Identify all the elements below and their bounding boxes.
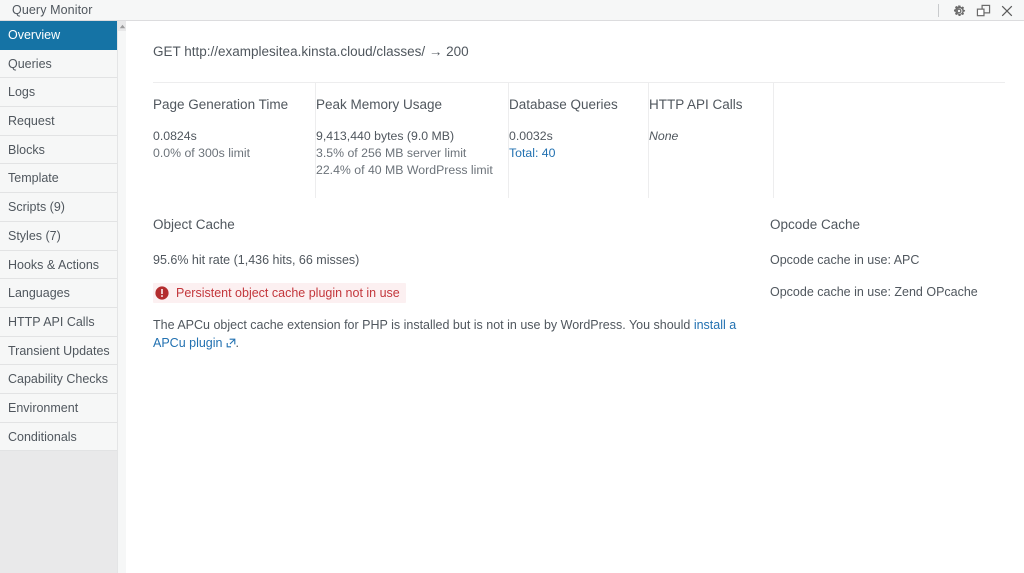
sidebar-item-queries[interactable]: Queries xyxy=(0,50,125,79)
sidebar: Overview Queries Logs Request Blocks Template… xyxy=(0,21,126,573)
object-cache-notice-before: The APCu object cache extension for PHP … xyxy=(153,318,694,332)
stat-value: 0.0032s xyxy=(509,128,648,145)
object-cache-hit-rate: 95.6% hit rate (1,436 hits, 66 misses) xyxy=(153,251,753,269)
titlebar-controls xyxy=(938,0,1018,21)
sidebar-item-logs[interactable]: Logs xyxy=(0,78,125,107)
sidebar-nav-list: Overview Queries Logs Request Blocks Template… xyxy=(0,21,126,451)
sidebar-item-template[interactable]: Template xyxy=(0,164,125,193)
sidebar-item-http-api-calls[interactable]: HTTP API Calls xyxy=(0,308,125,337)
sidebar-item-label: Hooks & Actions xyxy=(8,258,99,272)
stats-row: Page Generation Time 0.0824s0.0% of 300s … xyxy=(153,83,1024,198)
settings-gear-icon[interactable] xyxy=(948,1,970,20)
object-cache-title: Object Cache xyxy=(153,217,753,232)
sidebar-item-capability-checks[interactable]: Capability Checks xyxy=(0,365,125,394)
query-monitor-window: Query Monitor xyxy=(0,0,1024,573)
stat-value: 0.0824s xyxy=(153,128,315,145)
sidebar-item-label: Template xyxy=(8,171,59,185)
stat-value: None xyxy=(649,128,773,145)
object-cache-notice: The APCu object cache extension for PHP … xyxy=(153,316,753,352)
external-link-icon xyxy=(226,338,236,348)
opcode-cache-title: Opcode Cache xyxy=(770,217,1024,232)
sidebar-item-scripts-9[interactable]: Scripts (9) xyxy=(0,193,125,222)
sidebar-item-label: Request xyxy=(8,114,55,128)
opcode-cache-line: Opcode cache in use: Zend OPcache xyxy=(770,283,1024,301)
sidebar-item-styles-7[interactable]: Styles (7) xyxy=(0,222,125,251)
stat-value: 3.5% of 256 MB server limit xyxy=(316,145,508,162)
stat-total-link[interactable]: Total: 40 xyxy=(509,146,556,160)
opcode-cache-line: Opcode cache in use: APC xyxy=(770,251,1024,269)
sidebar-item-label: Logs xyxy=(8,85,35,99)
stat-title: Database Queries xyxy=(509,97,648,112)
sidebar-item-label: Blocks xyxy=(8,143,45,157)
sidebar-item-label: Transient Updates xyxy=(8,344,110,358)
error-circle-icon xyxy=(155,286,169,300)
sidebar-scrollbar[interactable] xyxy=(117,21,126,573)
stat-value: 0.0% of 300s limit xyxy=(153,145,315,162)
sidebar-item-transient-updates[interactable]: Transient Updates xyxy=(0,337,125,366)
opcode-cache-section: Opcode Cache Opcode cache in use: APCOpc… xyxy=(770,217,1024,315)
request-line: GET http://examplesitea.kinsta.cloud/cla… xyxy=(135,21,1024,59)
sidebar-item-label: Conditionals xyxy=(8,430,77,444)
stat-card-database-queries: Database Queries 0.0032sTotal: 40 xyxy=(509,83,649,198)
stat-title: HTTP API Calls xyxy=(649,97,773,112)
stat-title: Peak Memory Usage xyxy=(316,97,508,112)
sidebar-item-label: Overview xyxy=(8,28,60,42)
sidebar-item-request[interactable]: Request xyxy=(0,107,125,136)
object-cache-warning: Persistent object cache plugin not in us… xyxy=(153,283,406,303)
sidebar-item-overview[interactable]: Overview xyxy=(0,21,125,50)
sidebar-item-conditionals[interactable]: Conditionals xyxy=(0,423,125,452)
sidebar-item-label: Scripts (9) xyxy=(8,200,65,214)
stat-card-peak-memory-usage: Peak Memory Usage 9,413,440 bytes (9.0 MB… xyxy=(316,83,509,198)
object-cache-notice-after: . xyxy=(236,336,239,350)
stat-card-http-api-calls: HTTP API Calls None xyxy=(649,83,774,198)
dock-panel-icon[interactable] xyxy=(972,1,994,20)
close-icon[interactable] xyxy=(996,1,1018,20)
stat-value: 9,413,440 bytes (9.0 MB) xyxy=(316,128,508,145)
stat-title: Page Generation Time xyxy=(153,97,315,112)
titlebar: Query Monitor xyxy=(0,0,1024,21)
stat-card-page-generation-time: Page Generation Time 0.0824s0.0% of 300s … xyxy=(153,83,316,198)
opcode-cache-lines: Opcode cache in use: APC Opcode cache in … xyxy=(770,251,1024,301)
window-title: Query Monitor xyxy=(12,3,93,17)
main-panel: GET http://examplesitea.kinsta.cloud/cla… xyxy=(135,21,1024,573)
sidebar-item-label: Environment xyxy=(8,401,78,415)
object-cache-warning-text: Persistent object cache plugin not in us… xyxy=(176,286,400,300)
stat-value: 22.4% of 40 MB WordPress limit xyxy=(316,162,508,179)
sidebar-item-blocks[interactable]: Blocks xyxy=(0,136,125,165)
titlebar-divider xyxy=(938,4,939,17)
sidebar-item-label: Styles (7) xyxy=(8,229,61,243)
sidebar-item-label: Languages xyxy=(8,286,70,300)
sidebar-item-environment[interactable]: Environment xyxy=(0,394,125,423)
sidebar-item-languages[interactable]: Languages xyxy=(0,279,125,308)
scroll-up-arrow-icon[interactable] xyxy=(118,21,126,31)
sidebar-item-label: HTTP API Calls xyxy=(8,315,95,329)
sidebar-item-hooks-actions[interactable]: Hooks & Actions xyxy=(0,251,125,280)
sidebar-item-label: Capability Checks xyxy=(8,372,108,386)
sidebar-item-label: Queries xyxy=(8,57,52,71)
object-cache-section: Object Cache 95.6% hit rate (1,436 hits,… xyxy=(153,217,753,366)
